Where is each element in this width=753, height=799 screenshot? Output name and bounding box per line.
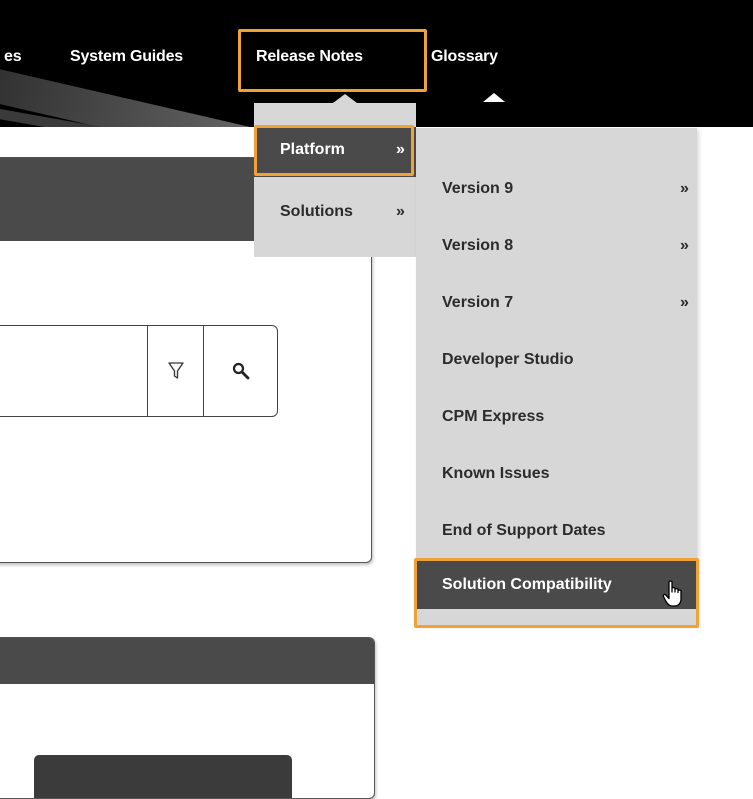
menu-item-label: Version 7 (442, 294, 514, 311)
submenu-item-version-7[interactable]: Version 7 » (416, 282, 697, 322)
submenu-item-cpm-express[interactable]: CPM Express (416, 396, 697, 436)
menu-item-label: End of Support Dates (442, 522, 606, 539)
submenu-item-version-8[interactable]: Version 8 » (416, 225, 697, 265)
search-icon (232, 362, 250, 380)
panel-header (0, 638, 374, 684)
dropdown-pointer-icon (333, 94, 357, 103)
submenu-item-version-9[interactable]: Version 9 » (416, 168, 697, 208)
release-notes-highlight (238, 29, 427, 92)
search-box[interactable] (0, 325, 278, 417)
chevron-right-icon: » (680, 237, 689, 254)
dark-button[interactable] (34, 755, 292, 798)
submenu-item-known-issues[interactable]: Known Issues (416, 453, 697, 493)
menu-item-label: Version 9 (442, 180, 514, 197)
submenu-item-end-of-support-dates[interactable]: End of Support Dates (416, 510, 697, 550)
content-panel-lower (0, 637, 375, 799)
chevron-right-icon: » (680, 180, 689, 197)
menu-item-label: CPM Express (442, 408, 545, 425)
menu-item-label: Developer Studio (442, 351, 574, 368)
hand-pointer-icon (662, 580, 682, 607)
menu-item-label: Version 8 (442, 237, 514, 254)
nav-item-system-guides[interactable]: System Guides (70, 48, 183, 66)
nav-item-glossary[interactable]: Glossary (431, 48, 498, 66)
menu-item-solutions[interactable]: Solutions » (254, 189, 416, 239)
filter-button[interactable] (147, 325, 204, 417)
chevron-right-icon: » (680, 294, 689, 311)
nav-item-partial[interactable]: es (4, 48, 22, 66)
chevron-right-icon: » (396, 203, 405, 220)
menu-item-label: Solutions (280, 203, 353, 220)
filter-icon (167, 362, 184, 379)
platform-highlight (254, 125, 414, 176)
platform-submenu: Version 9 » Version 8 » Version 7 » Deve… (416, 128, 697, 625)
submenu-item-developer-studio[interactable]: Developer Studio (416, 339, 697, 379)
caret-up-icon (483, 93, 505, 102)
search-button[interactable] (204, 326, 278, 416)
menu-item-label: Known Issues (442, 465, 550, 482)
solution-compatibility-highlight (414, 558, 699, 628)
